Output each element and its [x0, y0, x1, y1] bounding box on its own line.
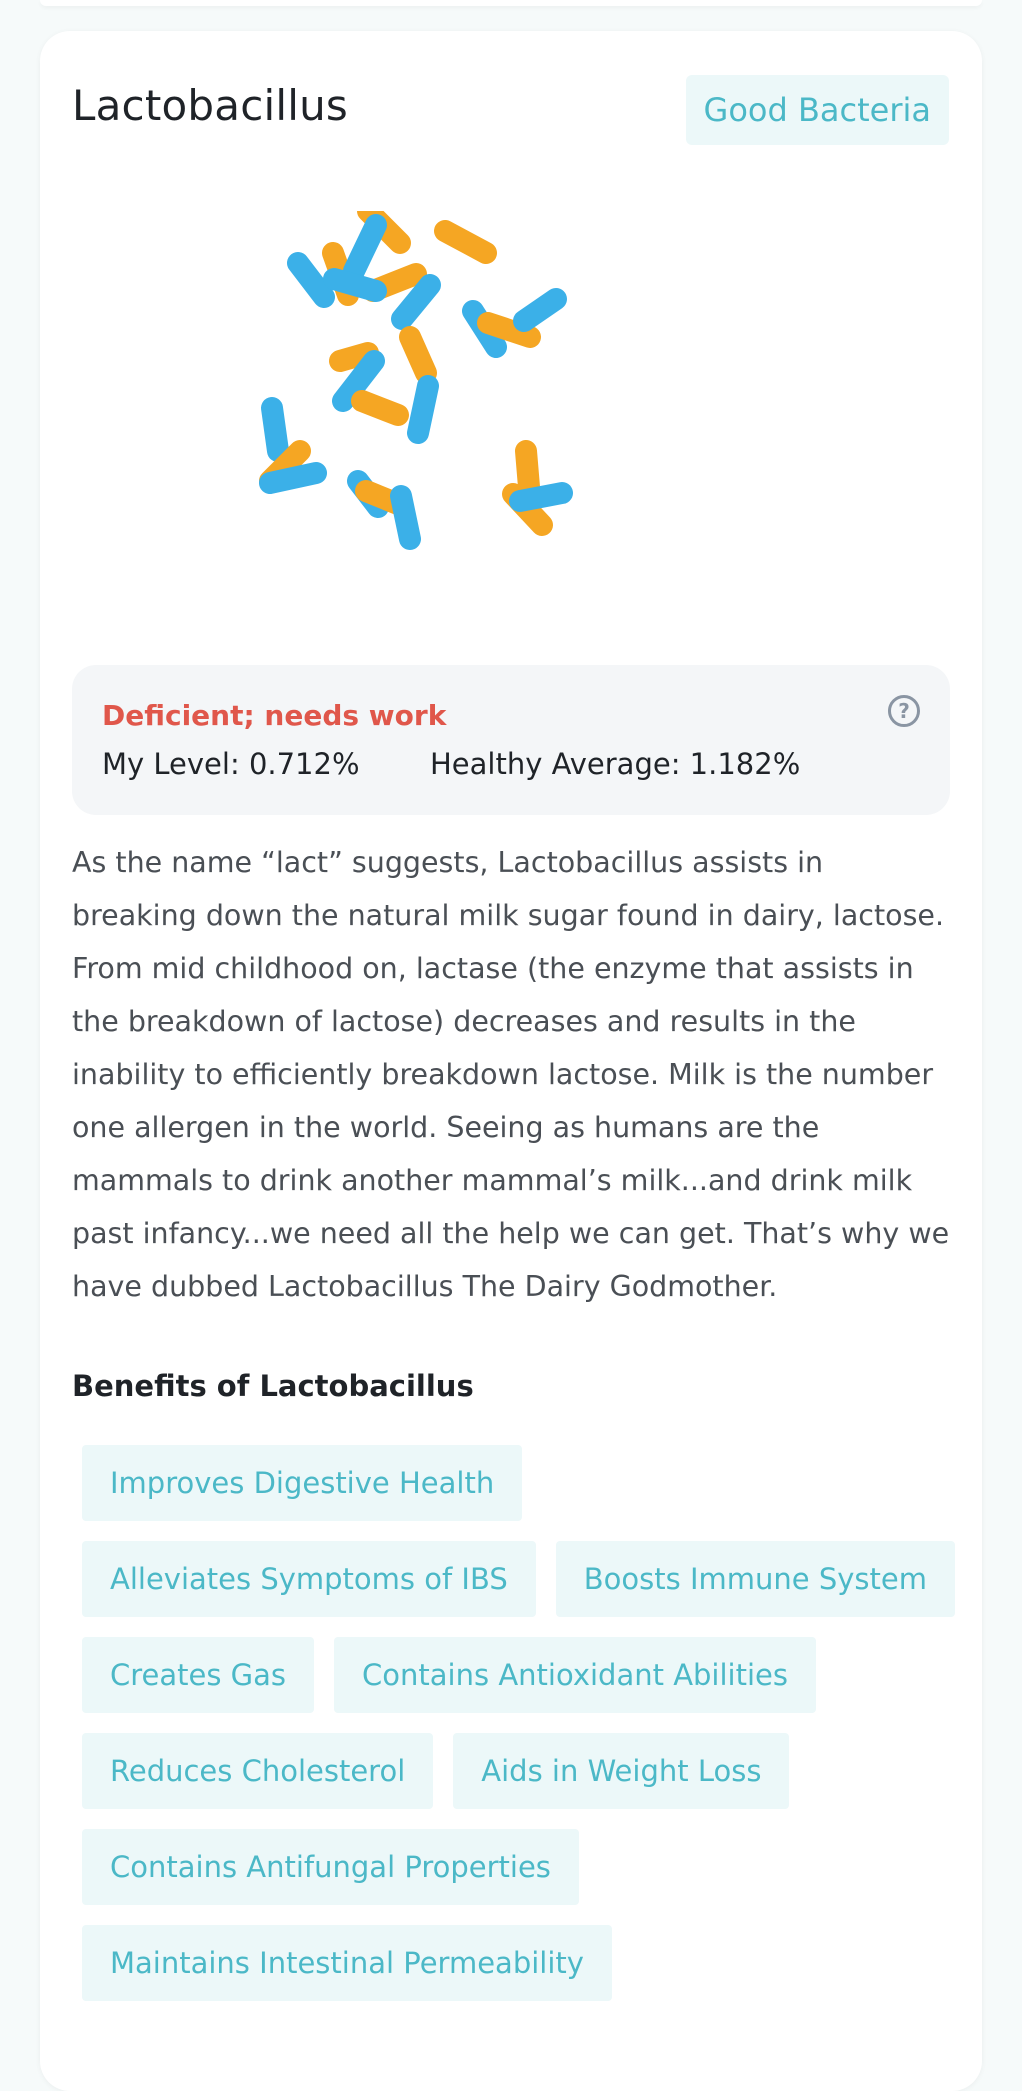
- my-level-value: My Level: 0.712%: [102, 747, 360, 781]
- benefit-chip: Alleviates Symptoms of IBS: [82, 1541, 536, 1617]
- benefit-chip: Improves Digestive Health: [82, 1445, 523, 1521]
- bacteria-illustration: [259, 211, 573, 550]
- benefit-chip: Contains Antifungal Properties: [82, 1829, 579, 1905]
- benefit-chip: Contains Antioxidant Abilities: [334, 1637, 816, 1713]
- bacteria-rod: [399, 326, 437, 384]
- bacteria-rod: [351, 390, 409, 426]
- bacteria-description: As the name “lact” suggests, Lactobacill…: [72, 846, 950, 1303]
- benefit-chip: Boosts Immune System: [555, 1541, 955, 1617]
- bacteria-rod: [513, 288, 567, 332]
- bacteria-rod: [391, 274, 441, 330]
- bacteria-rod: [343, 214, 387, 282]
- previous-card-edge: [40, 0, 982, 6]
- bacteria-rod: [259, 462, 327, 494]
- benefits-list: Improves Digestive Health Alleviates Sym…: [82, 1445, 955, 2021]
- bacteria-title: Lactobacillus: [72, 81, 348, 130]
- bacteria-card: Lactobacillus Good Bacteria Deficient; n…: [40, 31, 982, 2091]
- help-icon[interactable]: ?: [888, 695, 920, 727]
- healthy-average-value: Healthy Average: 1.182%: [430, 747, 801, 781]
- benefits-heading: Benefits of Lactobacillus: [72, 1369, 474, 1403]
- benefit-chip: Creates Gas: [82, 1637, 315, 1713]
- bacteria-rod: [509, 482, 573, 512]
- bacteria-rod: [407, 375, 439, 444]
- bacteria-rod: [261, 397, 289, 462]
- bacteria-rod: [287, 252, 335, 308]
- benefit-chip: Aids in Weight Loss: [453, 1733, 790, 1809]
- bacteria-type-badge: Good Bacteria: [685, 75, 949, 145]
- bacteria-rod: [434, 220, 497, 264]
- benefit-chip: Reduces Cholesterol: [82, 1733, 434, 1809]
- level-status: Deficient; needs work: [102, 699, 447, 732]
- bacteria-rod: [390, 485, 421, 550]
- bacteria-rod: [323, 268, 387, 302]
- level-summary-panel: Deficient; needs work My Level: 0.712% H…: [72, 665, 950, 815]
- benefit-chip: Maintains Intestinal Permeability: [82, 1925, 612, 2001]
